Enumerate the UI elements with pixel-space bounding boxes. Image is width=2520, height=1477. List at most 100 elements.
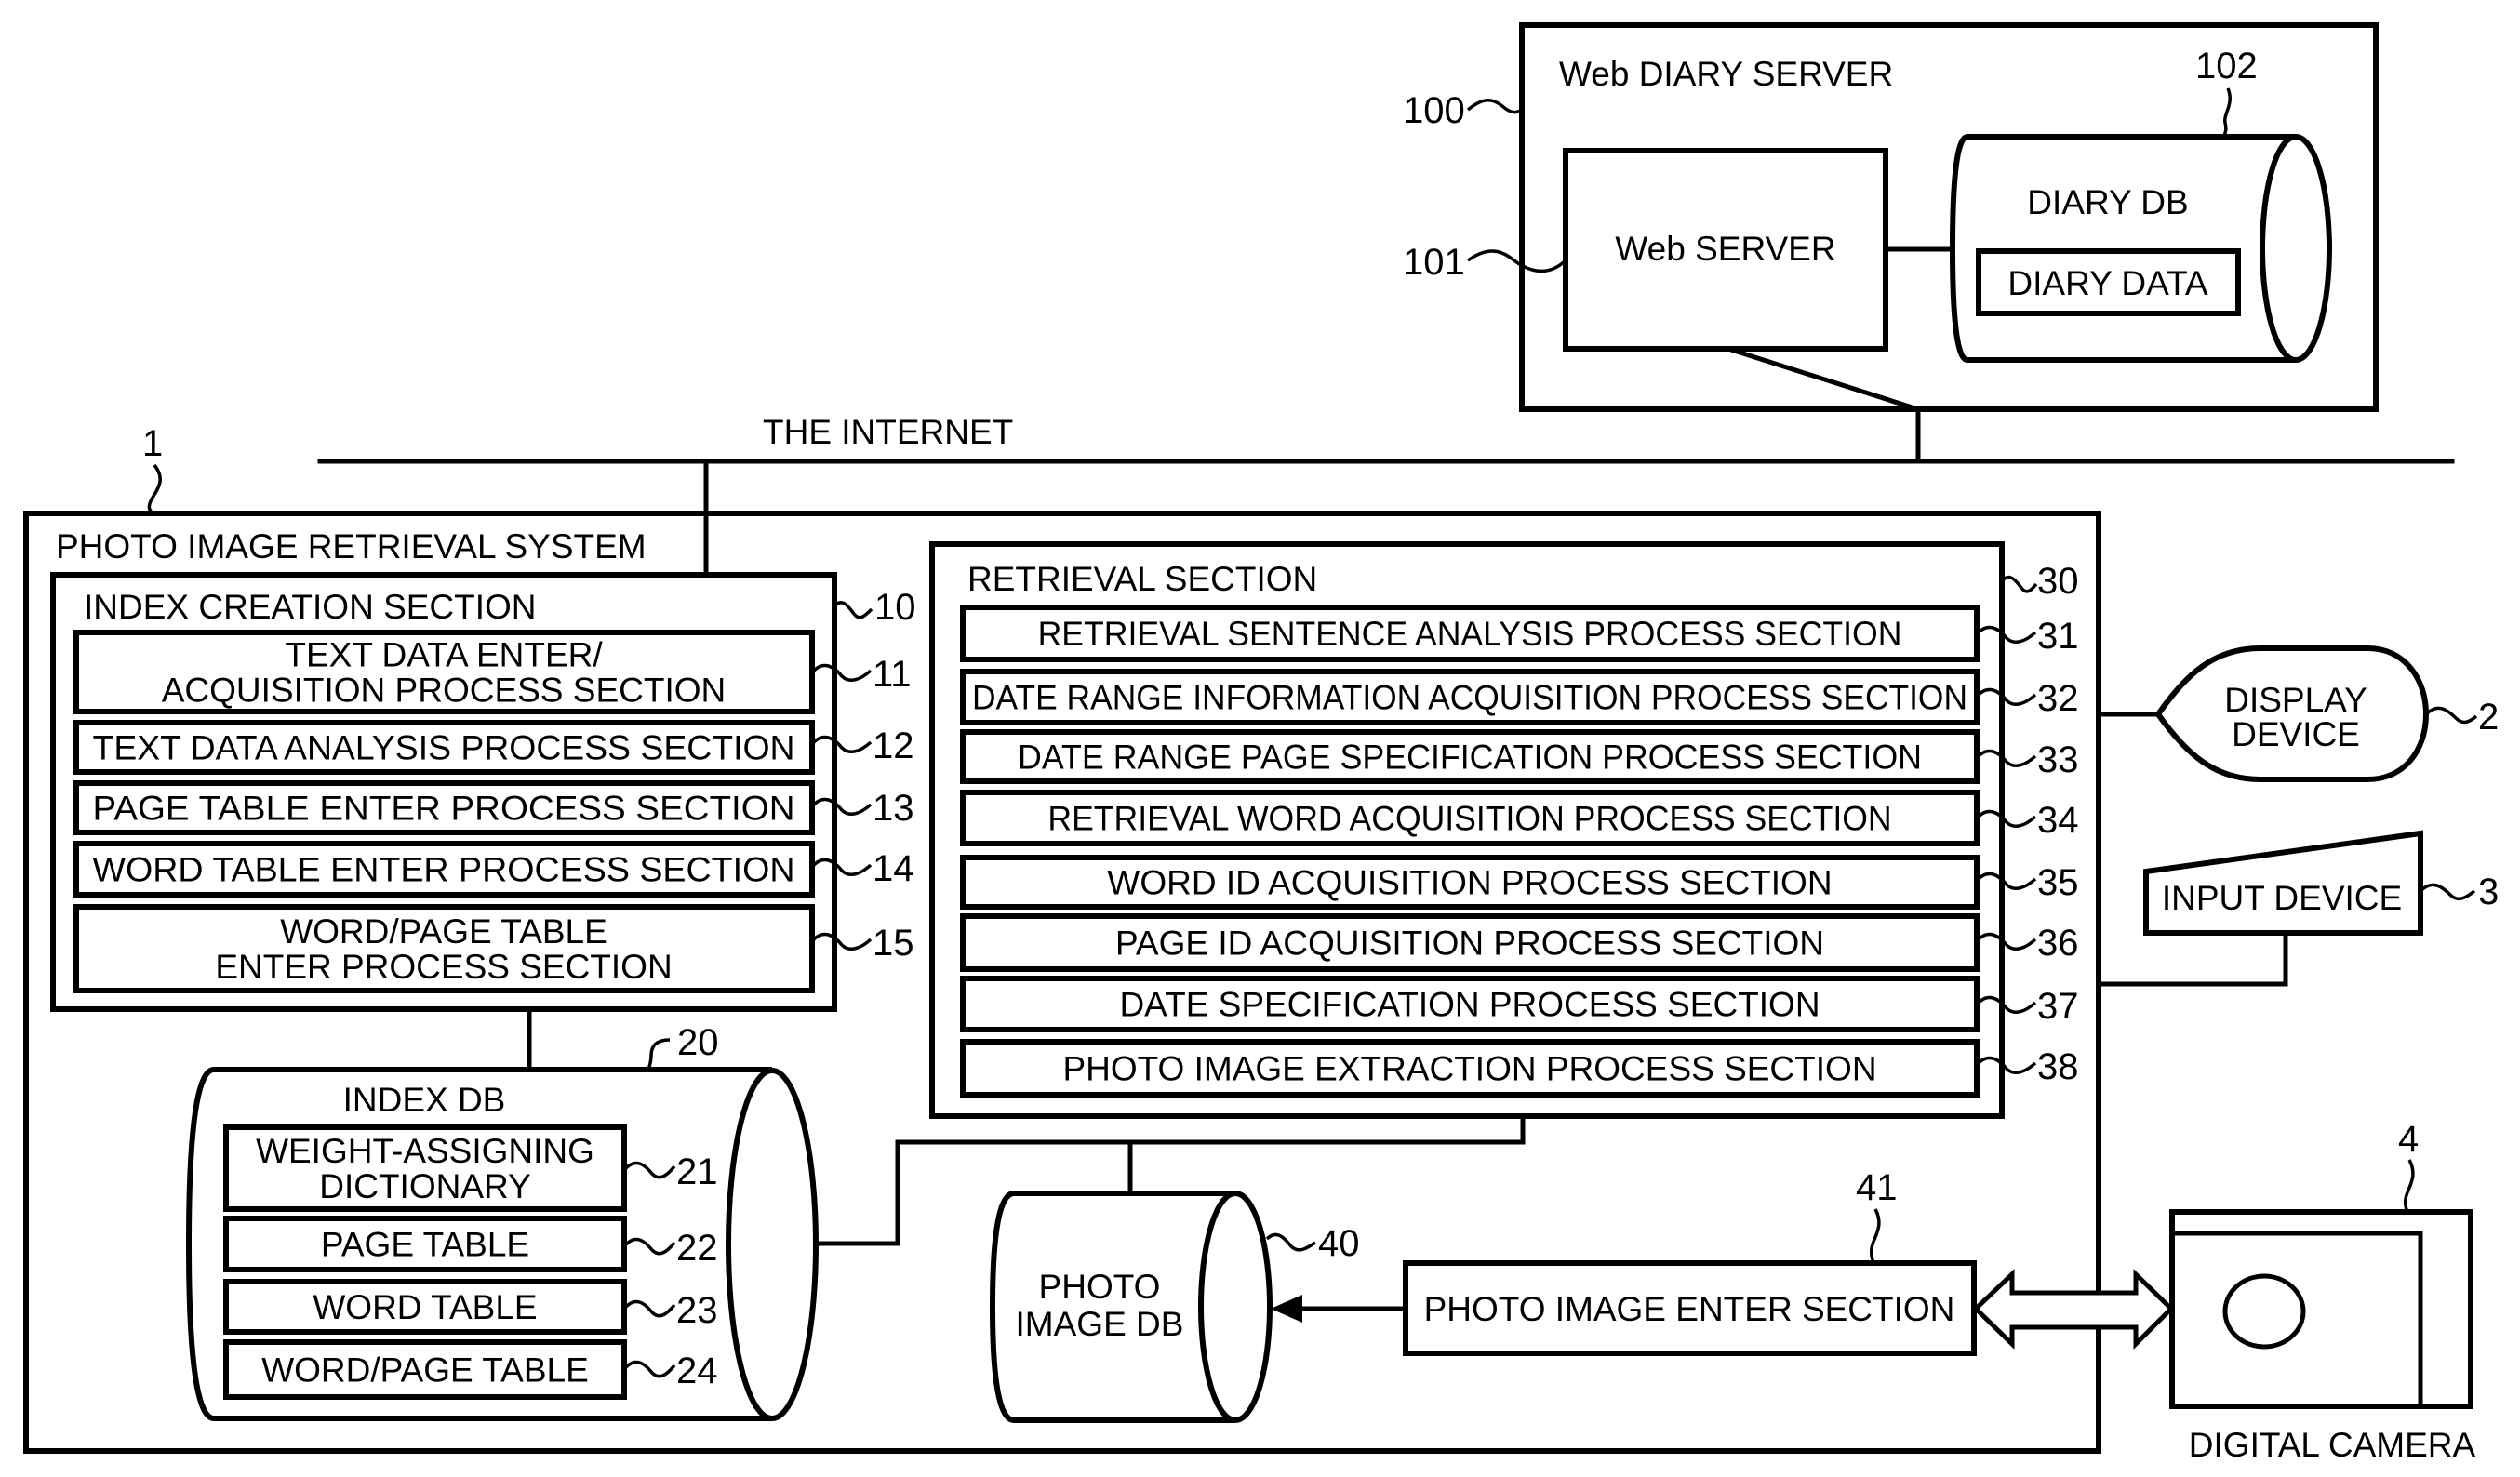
ref-label: 31 bbox=[2037, 616, 2079, 657]
arrow-head-icon bbox=[1271, 1295, 1302, 1323]
ref-label: 22 bbox=[676, 1228, 718, 1269]
ref-label: 13 bbox=[873, 788, 914, 829]
leader-41 bbox=[1869, 1208, 1881, 1264]
ref-40: 40 bbox=[1318, 1223, 1360, 1264]
retrieval-item[interactable]: PHOTO IMAGE EXTRACTION PROCESS SECTION 38 bbox=[960, 1039, 2079, 1098]
ref-label: 32 bbox=[2037, 678, 2079, 719]
index-creation-item-label: WORD TABLE ENTER PROCESS SECTION bbox=[93, 851, 795, 889]
web-diary-server: Web DIARY SERVER 100 Web SERVER 101 DIAR… bbox=[1403, 22, 2379, 464]
index-db-title: INDEX DB bbox=[343, 1081, 506, 1119]
ref-label: 37 bbox=[2037, 986, 2079, 1027]
retrieval-item-label: PHOTO IMAGE EXTRACTION PROCESS SECTION bbox=[1062, 1050, 1876, 1088]
ref-101: 101 bbox=[1403, 242, 1465, 283]
display-device[interactable]: DISPLAY DEVICE bbox=[2154, 645, 2430, 782]
retrieval-item[interactable]: WORD ID ACQUISITION PROCESS SECTION 35 bbox=[960, 855, 2079, 910]
leader-10 bbox=[833, 601, 873, 619]
index-creation-item-label: TEXT DATA ENTER/ bbox=[285, 636, 603, 674]
index-creation-item-label: ENTER PROCESS SECTION bbox=[215, 948, 672, 986]
index-creation-item-label: WORD/PAGE TABLE bbox=[280, 912, 607, 951]
index-db-item-label: DICTIONARY bbox=[319, 1167, 531, 1205]
retrieval-item-label: WORD ID ACQUISITION PROCESS SECTION bbox=[1107, 864, 1832, 902]
ref-30: 30 bbox=[2037, 561, 2079, 602]
leader-100 bbox=[1466, 99, 1523, 114]
ref-2: 2 bbox=[2478, 697, 2499, 738]
index-db-item-label: WEIGHT-ASSIGNING bbox=[256, 1132, 594, 1170]
digital-camera-label: DIGITAL CAMERA bbox=[2189, 1426, 2476, 1464]
index-creation-item[interactable]: TEXT DATA ANALYSIS PROCESS SECTION 12 bbox=[73, 720, 914, 775]
ref-label: 23 bbox=[676, 1290, 718, 1331]
leader-3 bbox=[2419, 883, 2476, 901]
retrieval-item[interactable]: DATE RANGE PAGE SPECIFICATION PROCESS SE… bbox=[960, 729, 2079, 784]
input-link bbox=[2096, 930, 2288, 987]
web-diary-server-title: Web DIARY SERVER bbox=[1559, 55, 1893, 93]
index-creation-item[interactable]: PAGE TABLE ENTER PROCESS SECTION 13 bbox=[73, 780, 914, 835]
ref-10: 10 bbox=[874, 587, 916, 628]
index-creation-item-label: TEXT DATA ANALYSIS PROCESS SECTION bbox=[93, 729, 795, 767]
ref-label: 34 bbox=[2037, 800, 2079, 841]
ref-label: 24 bbox=[676, 1351, 718, 1391]
diary-db[interactable]: DIARY DB DIARY DATA bbox=[1949, 134, 2332, 363]
retrieval-item[interactable]: DATE SPECIFICATION PROCESS SECTION 37 bbox=[960, 976, 2079, 1032]
system-block-diagram: Web DIARY SERVER 100 Web SERVER 101 DIAR… bbox=[23, 22, 2499, 1464]
display-device-label-line2: DEVICE bbox=[2232, 715, 2360, 753]
input-device-label: INPUT DEVICE bbox=[2162, 879, 2402, 917]
ref-label: 12 bbox=[873, 725, 914, 766]
index-creation-item[interactable]: TEXT DATA ENTER/ACQUISITION PROCESS SECT… bbox=[73, 630, 912, 714]
display-device-label-line1: DISPLAY bbox=[2224, 681, 2367, 719]
photo-enter-label: PHOTO IMAGE ENTER SECTION bbox=[1424, 1290, 1955, 1328]
ref-label: 38 bbox=[2037, 1046, 2079, 1087]
retrieval-item[interactable]: DATE RANGE INFORMATION ACQUISITION PROCE… bbox=[960, 669, 2079, 725]
ref-label: 33 bbox=[2037, 739, 2079, 780]
photo-db-end bbox=[1198, 1191, 1273, 1423]
diary-db-label: DIARY DB bbox=[2027, 183, 2188, 221]
leader-2 bbox=[2424, 706, 2478, 725]
index-db-end bbox=[726, 1068, 819, 1421]
ref-20: 20 bbox=[677, 1022, 719, 1063]
retrieval-item[interactable]: PAGE ID ACQUISITION PROCESS SECTION 36 bbox=[960, 913, 2079, 972]
retrieval-section: RETRIEVAL SECTION 30 RETRIEVAL SENTENCE … bbox=[929, 541, 2079, 1119]
ref-label: 14 bbox=[873, 848, 914, 889]
retrieval-item-label: DATE RANGE INFORMATION ACQUISITION PROCE… bbox=[972, 679, 1967, 717]
diary-db-end bbox=[2260, 134, 2332, 363]
diary-data-label: DIARY DATA bbox=[2007, 264, 2208, 302]
retrieval-item-label: RETRIEVAL SENTENCE ANALYSIS PROCESS SECT… bbox=[1038, 615, 1902, 653]
index-creation-section: INDEX CREATION SECTION 10 TEXT DATA ENTE… bbox=[50, 572, 916, 1012]
photo-image-retrieval-system: PHOTO IMAGE RETRIEVAL SYSTEM 1 INDEX CRE… bbox=[23, 423, 2101, 1454]
ref-label: 11 bbox=[873, 654, 912, 695]
ref-label: 15 bbox=[873, 923, 914, 964]
index-creation-item[interactable]: WORD TABLE ENTER PROCESS SECTION 14 bbox=[73, 841, 914, 898]
retrieval-title: RETRIEVAL SECTION bbox=[967, 560, 1317, 598]
input-device[interactable]: INPUT DEVICE bbox=[2143, 830, 2423, 936]
index-creation-item-label: PAGE TABLE ENTER PROCESS SECTION bbox=[93, 790, 795, 828]
photo-image-db[interactable]: PHOTO IMAGE DB bbox=[989, 1191, 1273, 1423]
web-server-label: Web SERVER bbox=[1615, 230, 1835, 268]
ref-1: 1 bbox=[142, 423, 163, 464]
retrieval-item[interactable]: RETRIEVAL WORD ACQUISITION PROCESS SECTI… bbox=[960, 790, 2079, 846]
bidirectional-arrow-icon bbox=[1972, 1269, 2175, 1351]
ref-label: 21 bbox=[676, 1151, 718, 1192]
retrieval-item-label: PAGE ID ACQUISITION PROCESS SECTION bbox=[1115, 925, 1824, 963]
ref-3: 3 bbox=[2478, 872, 2499, 912]
digital-camera[interactable] bbox=[2169, 1209, 2473, 1409]
retrieval-item-label: DATE SPECIFICATION PROCESS SECTION bbox=[1119, 986, 1820, 1024]
internet-label: THE INTERNET bbox=[763, 413, 1013, 451]
index-db-item-label: WORD TABLE bbox=[313, 1288, 537, 1326]
photo-db-label-line2: IMAGE DB bbox=[1016, 1305, 1184, 1343]
index-creation-item[interactable]: WORD/PAGE TABLEENTER PROCESS SECTION 15 bbox=[73, 904, 914, 993]
index-creation-title: INDEX CREATION SECTION bbox=[84, 588, 537, 626]
index-db-item-label: PAGE TABLE bbox=[321, 1226, 529, 1264]
system-title: PHOTO IMAGE RETRIEVAL SYSTEM bbox=[56, 527, 647, 566]
leader-30 bbox=[2000, 575, 2038, 593]
leader-40 bbox=[1265, 1232, 1316, 1252]
photo-db-label-line1: PHOTO bbox=[1039, 1268, 1161, 1306]
index-db: INDEX DB 20 WEIGHT-ASSIGNINGDICTIONARY 21… bbox=[185, 1022, 819, 1421]
ref-100: 100 bbox=[1403, 90, 1465, 131]
retrieval-item[interactable]: RETRIEVAL SENTENCE ANALYSIS PROCESS SECT… bbox=[960, 605, 2079, 662]
index-db-item-label: WORD/PAGE TABLE bbox=[261, 1351, 589, 1390]
camera-body bbox=[2169, 1209, 2473, 1409]
leader-20 bbox=[647, 1038, 671, 1071]
ref-label: 36 bbox=[2037, 923, 2079, 964]
ref-label: 35 bbox=[2037, 862, 2079, 903]
ref-4: 4 bbox=[2398, 1119, 2419, 1160]
retrieval-item-label: RETRIEVAL WORD ACQUISITION PROCESS SECTI… bbox=[1047, 800, 1891, 838]
